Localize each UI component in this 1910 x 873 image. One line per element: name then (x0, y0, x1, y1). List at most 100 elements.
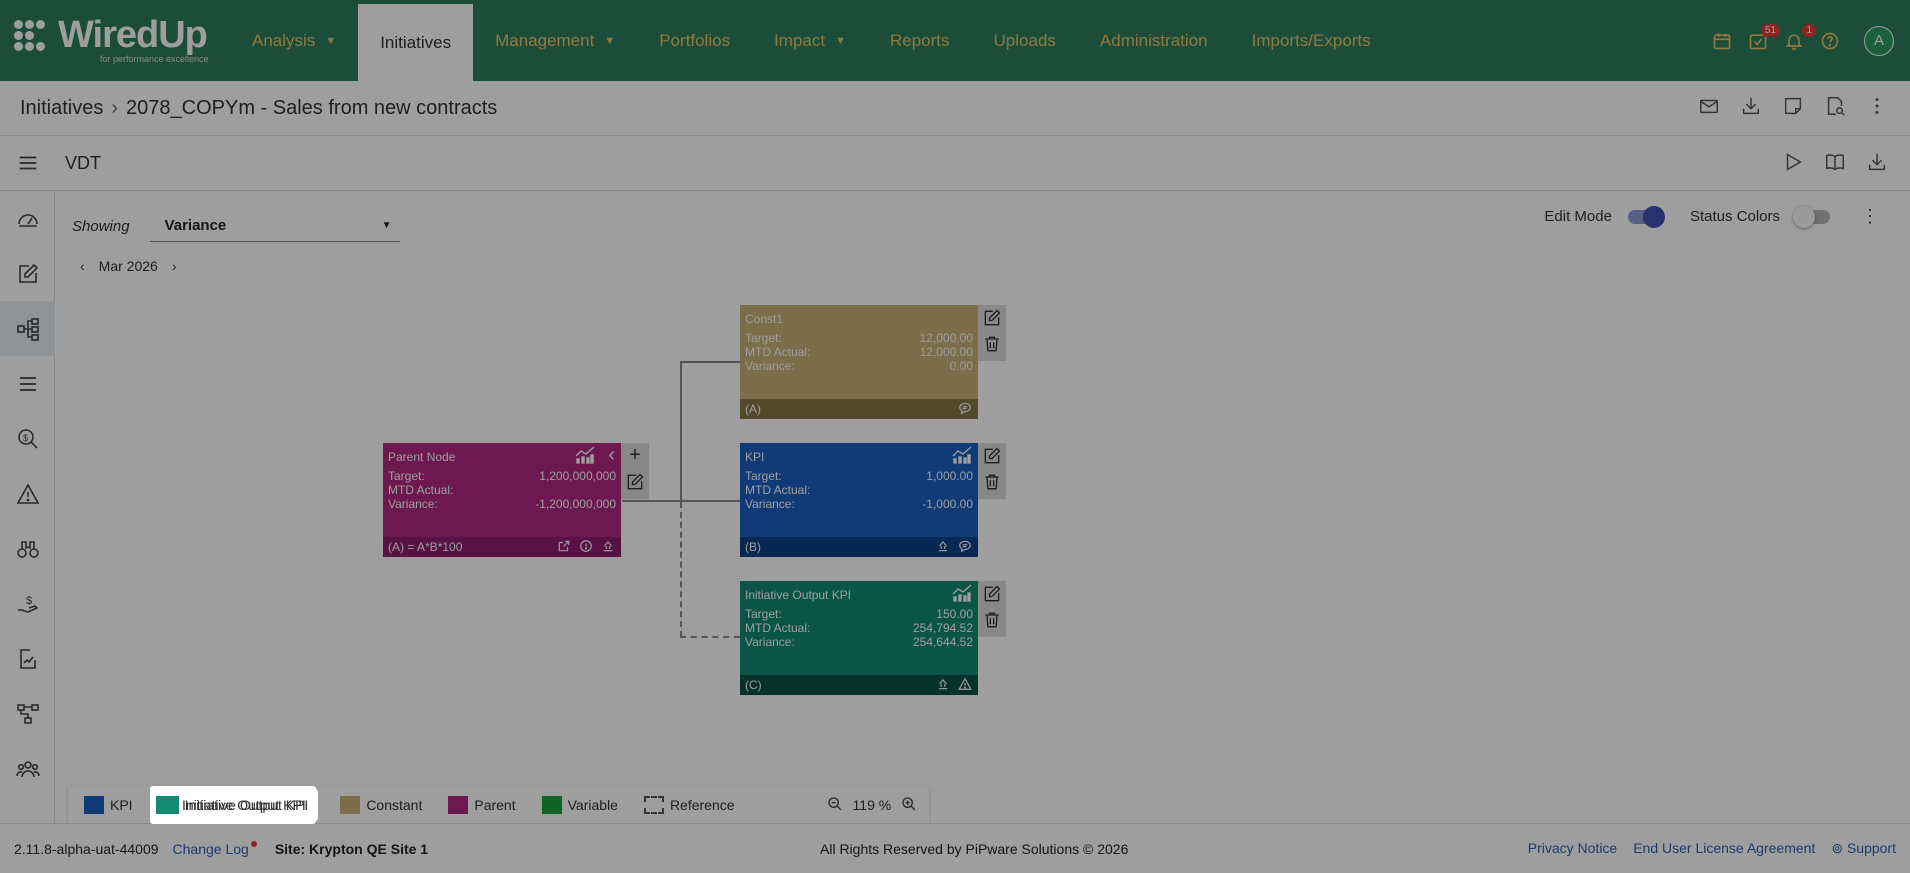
nav-impact-label: Impact (774, 30, 826, 50)
node-title: KPI (745, 450, 765, 464)
edit-icon[interactable] (982, 308, 1002, 328)
nav-analysis[interactable]: Analysis ▼ (230, 0, 358, 81)
comment-icon[interactable] (958, 539, 972, 556)
delete-icon[interactable] (982, 610, 1002, 630)
nav-administration[interactable]: Administration (1078, 0, 1230, 81)
chart-icon[interactable] (952, 584, 972, 602)
connector-line (622, 500, 680, 502)
variance-value: -1,200,000,000 (535, 497, 616, 511)
svg-text:$: $ (26, 595, 32, 607)
binoculars-icon[interactable] (0, 521, 55, 576)
user-avatar[interactable]: A (1864, 25, 1894, 56)
list-icon[interactable] (0, 356, 55, 411)
edit-icon[interactable] (0, 246, 55, 301)
note-icon[interactable] (1782, 95, 1806, 119)
privacy-notice-link[interactable]: Privacy Notice (1528, 840, 1617, 857)
nav-management[interactable]: Management ▼ (473, 0, 637, 81)
nav-imports-exports[interactable]: Imports/Exports (1230, 0, 1393, 81)
chevron-left-icon[interactable]: ‹ (80, 258, 85, 274)
play-icon[interactable] (1782, 151, 1806, 175)
money-search-icon[interactable]: $ (0, 411, 55, 466)
nav-uploads[interactable]: Uploads (972, 0, 1078, 81)
comment-icon[interactable] (958, 401, 972, 418)
eula-link[interactable]: End User License Agreement (1633, 840, 1815, 857)
more-vertical-icon[interactable]: ⋮ (1860, 206, 1880, 227)
support-link[interactable]: ⊚ Support (1831, 840, 1896, 857)
help-icon[interactable] (1818, 29, 1842, 53)
chart-icon[interactable] (952, 446, 972, 464)
legend-item-parent: Parent (444, 789, 519, 821)
email-icon[interactable] (1698, 95, 1722, 119)
reference-connector-line (680, 636, 740, 638)
delete-icon[interactable] (982, 334, 1002, 354)
toggle-knob (1793, 205, 1815, 228)
more-vertical-icon[interactable] (1866, 95, 1890, 119)
breadcrumb-actions (1698, 95, 1890, 119)
change-log-link[interactable]: Change Log (172, 840, 257, 857)
hand-money-icon[interactable]: $ (0, 576, 55, 631)
warning-icon[interactable] (0, 466, 55, 521)
upload-icon[interactable] (936, 677, 950, 694)
nav-reports-label: Reports (890, 30, 950, 50)
warning-icon[interactable] (958, 677, 972, 694)
left-sidebar: $ $ (0, 191, 55, 823)
breadcrumb-root[interactable]: Initiatives (20, 97, 103, 120)
status-colors-toggle[interactable] (1793, 205, 1830, 228)
upload-icon[interactable] (936, 539, 950, 556)
nav-initiatives[interactable]: Initiatives (358, 4, 474, 81)
nav-impact[interactable]: Impact ▼ (752, 0, 868, 81)
zoom-out-icon[interactable] (827, 796, 843, 815)
nav-administration-label: Administration (1099, 30, 1208, 50)
nav-portfolios[interactable]: Portfolios (637, 0, 752, 81)
download-icon[interactable] (1740, 95, 1764, 119)
add-icon[interactable]: + (625, 445, 645, 466)
report-edit-icon[interactable] (0, 631, 55, 686)
caret-down-icon: ▼ (325, 34, 337, 47)
actual-value: 12,000.00 (919, 345, 973, 359)
parent-node[interactable]: Parent Node ‹ Target: 1,200,000,000 MTD A… (383, 443, 621, 557)
footer-links: Privacy Notice End User License Agreemen… (1528, 840, 1896, 857)
info-icon[interactable] (579, 539, 593, 556)
wiredup-logo[interactable]: WiredUp for performance excellence (0, 0, 230, 81)
node-title: Initiative Output KPI (745, 588, 852, 602)
users-icon[interactable] (0, 741, 55, 796)
zoom-in-icon[interactable] (901, 796, 917, 815)
new-indicator (250, 840, 257, 847)
change-log-label: Change Log (172, 840, 249, 857)
site-label: Site: Krypton QE Site 1 (274, 840, 429, 857)
dashboard-icon[interactable] (0, 191, 55, 246)
status-colors-label: Status Colors (1689, 208, 1780, 225)
nav-reports[interactable]: Reports (868, 0, 972, 81)
collapse-chevron-icon[interactable]: ‹ (608, 444, 615, 467)
legend-item-constant: Constant (336, 789, 426, 821)
bell-icon[interactable]: 1 (1782, 23, 1816, 53)
main-menu: Analysis ▼ Initiatives Management ▼ Portfo… (230, 0, 1393, 81)
tree-icon[interactable] (0, 301, 55, 356)
vdt-toolbar: VDT (0, 136, 1910, 191)
book-icon[interactable] (1824, 151, 1848, 175)
hamburger-menu-icon[interactable] (0, 152, 55, 174)
showing-select[interactable]: Variance ▼ (149, 210, 400, 242)
spotlight-initiative-output-kpi[interactable]: Initiative Output KPI (150, 789, 312, 821)
upload-icon[interactable] (601, 539, 615, 556)
download-icon[interactable] (1866, 151, 1890, 175)
const1-node[interactable]: Const1 Target: 12,000.00 MTD Actual: 12,00… (740, 305, 978, 419)
showing-value: Variance (164, 217, 227, 234)
tasks-icon[interactable]: 51 (1746, 23, 1780, 53)
legend-item-reference: Reference (640, 789, 739, 821)
chevron-right-icon[interactable]: › (172, 258, 177, 274)
open-external-icon[interactable] (557, 539, 571, 556)
edit-mode-toggle[interactable] (1627, 205, 1665, 228)
edit-icon[interactable] (982, 446, 1002, 466)
footer: 2.11.8-alpha-uat-44009 Change Log Site: … (0, 823, 1910, 873)
edit-icon[interactable] (625, 472, 645, 492)
support-icon: ⊚ (1831, 840, 1847, 856)
delete-icon[interactable] (982, 472, 1002, 492)
initiative-output-kpi-node[interactable]: Initiative Output KPI Target: 150.00 MTD … (740, 581, 978, 695)
kpi-node[interactable]: KPI Target: 1,000.00 MTD Actual: Variance… (740, 443, 978, 557)
calendar-icon[interactable] (1710, 29, 1734, 53)
flow-icon[interactable] (0, 686, 55, 741)
search-document-icon[interactable] (1824, 95, 1848, 119)
chart-icon[interactable] (575, 446, 595, 464)
edit-icon[interactable] (982, 584, 1002, 604)
